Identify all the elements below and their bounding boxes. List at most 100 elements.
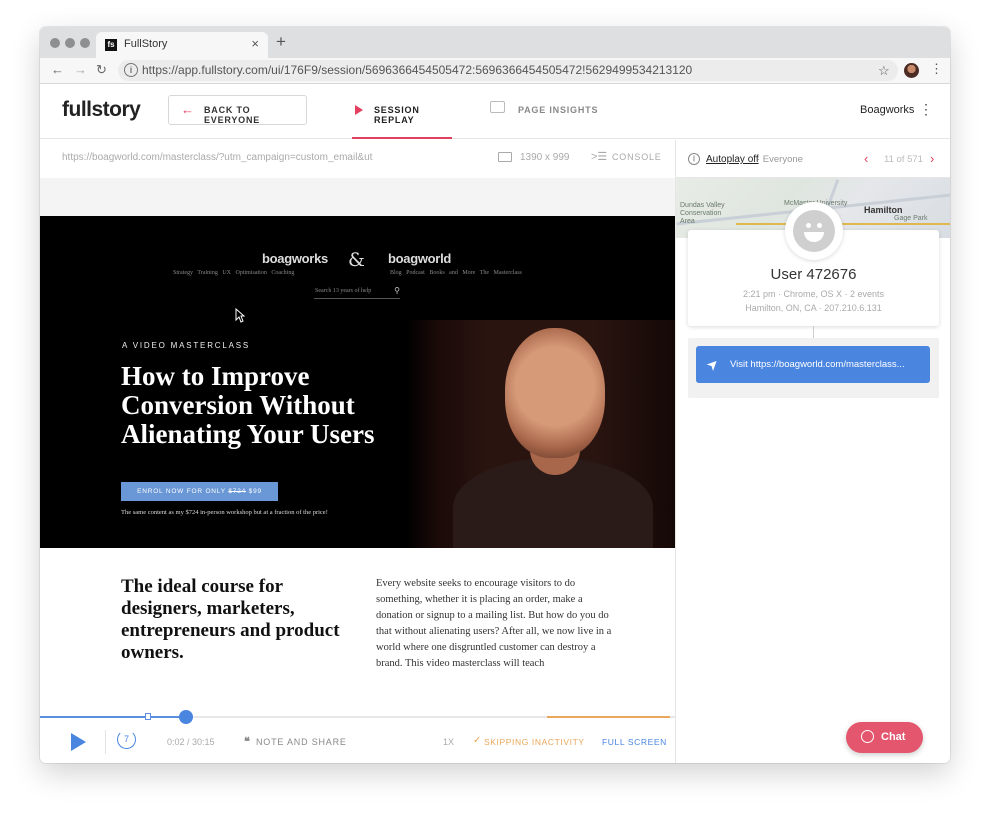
site-nav-left[interactable]: Strategy Training UX Optimisation Coachi… [173, 270, 294, 276]
chat-bubble-icon [861, 730, 874, 743]
content-body: Every website seeks to encourage visitor… [376, 578, 612, 669]
boagworks-logo[interactable]: boagworks [262, 251, 328, 266]
hero-eyebrow: A VIDEO MASTERCLASS [122, 341, 251, 350]
chat-button[interactable]: Chat [846, 722, 923, 753]
avatar-eye [817, 223, 822, 228]
user-name[interactable]: User 472676 [688, 266, 939, 283]
tab-close-icon[interactable]: × [251, 36, 259, 51]
event-list: ➤ Visit https://boagworld.com/masterclas… [688, 338, 939, 398]
previous-session-icon[interactable]: ‹ [864, 151, 868, 166]
segment-label: · Everyone [757, 154, 803, 165]
replay-toolbar: https://boagworld.com/masterclass/?utm_c… [40, 140, 675, 178]
autoplay-toggle[interactable]: Autoplay off [706, 154, 759, 165]
timeline-note-marker[interactable] [145, 713, 151, 720]
user-avatar-icon [793, 210, 835, 252]
back-button-label: BACK TO EVERYONE [204, 105, 261, 125]
browser-menu-icon[interactable]: ⋮ [930, 61, 943, 77]
divider [105, 730, 106, 754]
monitor-icon [498, 152, 512, 162]
reload-icon[interactable]: ↻ [96, 62, 107, 78]
forward-icon[interactable]: → [74, 62, 87, 77]
full-screen-button[interactable]: FULL SCREEN [602, 737, 667, 747]
player-controls: 7 0:02 / 30:15 ❝ NOTE AND SHARE 1X ✓ SKI… [40, 673, 675, 763]
tab-title: FullStory [124, 38, 168, 50]
replayed-page-url: https://boagworld.com/masterclass/?utm_c… [62, 152, 373, 163]
site-nav-right[interactable]: Blog Podcast Books and More The Mastercl… [390, 270, 522, 276]
map-city-label: Hamilton [864, 205, 903, 215]
enrol-new-price: $99 [246, 488, 262, 495]
hero-title: How to Improve Conversion Without Aliena… [121, 361, 375, 449]
bookmark-star-icon[interactable]: ☆ [878, 63, 890, 79]
url-text: https://app.fullstory.com/ui/176F9/sessi… [142, 63, 693, 77]
ampersand-icon: & [348, 249, 365, 271]
site-search-placeholder: Search 13 years of help [315, 288, 372, 294]
session-meta: 2:21 pm · Chrome, OS X · 2 events [742, 289, 885, 299]
browser-window: fs FullStory × + ← → ↻ i https://app.ful… [40, 27, 950, 763]
fullstory-favicon-icon: fs [105, 39, 117, 51]
avatar [785, 202, 843, 260]
new-tab-button[interactable]: + [276, 32, 286, 52]
tab-session-replay[interactable]: SESSION REPLAY [352, 84, 452, 139]
event-item-visit[interactable]: ➤ Visit https://boagworld.com/masterclas… [696, 346, 930, 383]
user-card[interactable]: User 472676 2:21 pm · Chrome, OS X · 2 e… [688, 202, 939, 326]
timeline-progress [40, 716, 187, 718]
play-button[interactable] [71, 733, 86, 751]
mouse-cursor-icon [235, 308, 245, 323]
close-window-icon[interactable] [50, 38, 60, 48]
browser-tab[interactable]: fs FullStory × [96, 32, 268, 58]
tab-page-insights[interactable]: PAGE INSIGHTS [488, 84, 608, 139]
enrol-label: ENROL NOW FOR ONLY [137, 488, 229, 495]
site-search-input[interactable]: Search 13 years of help ⚲ [314, 286, 400, 299]
autoplay-bar: || Autoplay off · Everyone ‹ 11 of 571 › [676, 140, 950, 178]
playback-speed-button[interactable]: 1X [443, 737, 454, 747]
page-insights-icon [490, 101, 505, 113]
playback-time: 0:02 / 30:15 [167, 737, 215, 747]
next-session-icon[interactable]: › [930, 151, 934, 166]
tab-label: SESSION REPLAY [374, 105, 420, 125]
more-options-icon[interactable]: ⋮ [919, 101, 933, 118]
timeline-inactivity [547, 716, 670, 718]
arrow-left-icon: ← [181, 102, 194, 117]
maximize-window-icon[interactable] [80, 38, 90, 48]
avatar-eye [806, 223, 811, 228]
viewport-size: 1390 x 999 [520, 152, 570, 163]
timeline-activity [40, 716, 60, 718]
org-name[interactable]: Boagworks [860, 104, 914, 116]
navigation-arrow-icon: ➤ [702, 354, 723, 374]
check-icon: ✓ [473, 735, 482, 746]
session-count: 11 of 571 [884, 154, 923, 165]
url-input[interactable]: i https://app.fullstory.com/ui/176F9/ses… [118, 60, 898, 81]
search-icon: ⚲ [394, 286, 400, 295]
enrol-old-price: $724 [228, 488, 247, 495]
connector-line [813, 326, 814, 338]
enrol-button[interactable]: ENROL NOW FOR ONLY $724 $99 [121, 482, 278, 501]
timeline-scrubber[interactable] [179, 710, 194, 724]
console-icon[interactable]: >☰ [591, 150, 607, 163]
avatar-mouth [804, 232, 824, 242]
tab-strip: fs FullStory × + [40, 27, 950, 58]
pause-icon[interactable]: || [688, 153, 700, 165]
rewind-icon[interactable]: 7 [117, 730, 136, 749]
map-label: Dundas Valley Conservation Area [680, 202, 725, 225]
skip-inactivity-toggle[interactable]: SKIPPING INACTIVITY [484, 737, 585, 747]
back-icon[interactable]: ← [51, 62, 64, 77]
map-label: Gage Park [894, 215, 928, 222]
fullstory-logo[interactable]: fullstory [62, 98, 141, 122]
photo-face [505, 328, 605, 458]
info-icon[interactable]: i [124, 63, 138, 77]
back-to-everyone-button[interactable]: ← BACK TO EVERYONE [168, 95, 307, 125]
minimize-window-icon[interactable] [65, 38, 75, 48]
quote-icon: ❝ [244, 736, 250, 748]
hero-note: The same content as my $724 in-person wo… [121, 509, 328, 516]
content-heading: The ideal course for designers, marketer… [121, 576, 340, 663]
tab-label: PAGE INSIGHTS [518, 105, 599, 115]
play-icon [355, 105, 363, 115]
map-road [736, 223, 950, 225]
console-button[interactable]: CONSOLE [612, 152, 662, 162]
app-header: fullstory ← BACK TO EVERYONE SESSION REP… [40, 84, 950, 139]
note-and-share-button[interactable]: NOTE AND SHARE [256, 737, 347, 747]
presenter-photo [405, 320, 675, 548]
boagworld-logo[interactable]: boagworld [388, 251, 451, 266]
profile-avatar[interactable] [904, 63, 919, 78]
site-hero: boagworks & boagworld Strategy Training … [40, 216, 675, 548]
